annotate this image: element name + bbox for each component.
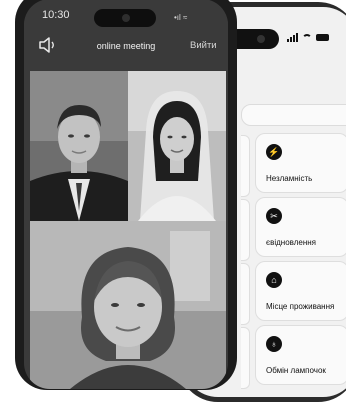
card-label: євідновлення	[266, 238, 316, 247]
participant-video-woman[interactable]	[30, 221, 226, 389]
bulb-icon: ♁	[266, 336, 282, 352]
participant-video-man[interactable]	[30, 71, 128, 221]
card-bulb-exchange[interactable]: ♁ Обмін лампочок	[255, 325, 346, 385]
battery-icon	[316, 34, 329, 41]
signal-icon	[287, 33, 298, 42]
card-label: Обмін лампочок	[266, 366, 326, 375]
video-grid	[30, 71, 226, 389]
exit-button[interactable]: Вийти	[190, 40, 217, 51]
wifi-icon	[302, 33, 312, 42]
tools-icon: ✂	[266, 208, 282, 224]
card-label: Незламність	[266, 174, 313, 183]
status-icons: •ıl ≈	[174, 13, 188, 22]
camera-icon	[122, 14, 130, 22]
status-bar	[287, 33, 329, 42]
side-card[interactable]	[241, 327, 250, 389]
bolt-icon: ⚡	[266, 144, 282, 160]
dynamic-island	[94, 9, 156, 27]
home-icon: ⌂	[266, 272, 282, 288]
front-phone-screen: 10:30 •ıl ≈ online meeting Вийти	[24, 0, 228, 389]
camera-icon	[257, 35, 265, 43]
side-card[interactable]	[241, 263, 250, 325]
call-header: 10:30 •ıl ≈ online meeting Вийти	[24, 0, 228, 71]
side-card[interactable]	[241, 199, 250, 261]
side-card[interactable]	[241, 135, 250, 197]
front-phone: 10:30 •ıl ≈ online meeting Вийти	[15, 0, 237, 390]
card-resilience[interactable]: ⚡ Незламність	[255, 133, 346, 193]
participant-video-bride[interactable]	[128, 71, 226, 221]
search-input[interactable]	[241, 104, 346, 126]
status-time: 10:30	[42, 9, 70, 21]
card-restoration[interactable]: ✂ євідновлення	[255, 197, 346, 257]
card-label: Місце проживання	[266, 302, 335, 311]
card-residence[interactable]: ⌂ Місце проживання	[255, 261, 346, 321]
